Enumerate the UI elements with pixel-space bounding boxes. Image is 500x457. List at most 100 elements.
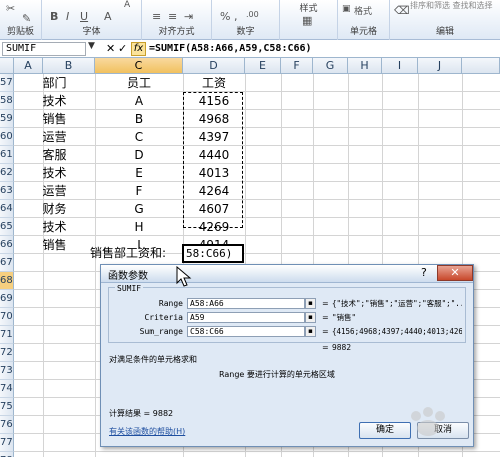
sum-label-cell[interactable]: 销售部工资和: [90,244,166,263]
row-header-78[interactable]: 78 [0,452,14,457]
comma-icon[interactable]: , [234,10,238,23]
row-header-75[interactable]: 75 [0,398,14,416]
cell-employee[interactable]: E [95,164,183,182]
align-icon[interactable]: ≡ [152,10,161,23]
ribbon-group-styles[interactable]: 样式 ▦ [280,0,338,40]
row-header-76[interactable]: 76 [0,416,14,434]
cell-employee[interactable]: A [95,92,183,110]
range-input[interactable]: A58:A66 [187,298,305,309]
function-help-link[interactable]: 有关该函数的帮助(H) [109,426,185,437]
bold-icon[interactable]: B [50,10,58,23]
cell-employee-header[interactable]: 员工 [95,74,183,92]
row-header-71[interactable]: 71 [0,326,14,344]
cell-employee[interactable]: F [95,182,183,200]
paste-icon[interactable]: ✂ [6,2,15,15]
cell-employee[interactable]: D [95,146,183,164]
row-header-68[interactable]: 68 [0,272,14,290]
format-label[interactable]: 格式 [354,4,372,17]
decimal-icon[interactable]: .00 [246,10,259,19]
row-header-64[interactable]: 64 [0,200,14,218]
font-size-icon[interactable]: A [124,0,130,10]
column-header-j[interactable]: J [418,58,462,74]
percent-icon[interactable]: % [220,10,230,23]
ribbon-group-number[interactable]: % , .00 数字 [212,0,280,40]
column-header-c[interactable]: C [95,58,183,74]
column-header-e[interactable]: E [245,58,281,74]
name-box[interactable]: SUMIF [2,42,86,56]
row-header-72[interactable]: 72 [0,344,14,362]
arg-equals: = [322,299,329,308]
row-header-65[interactable]: 65 [0,218,14,236]
ribbon-group-label: 单元格 [349,27,377,37]
font-color-icon[interactable]: A [104,10,112,23]
align-center-icon[interactable]: ≡ [168,10,177,23]
edit-icon[interactable]: ⌫ [394,4,410,17]
cell-employee[interactable]: C [95,128,183,146]
row-header-73[interactable]: 73 [0,362,14,380]
criteria-input[interactable]: A59 [187,312,305,323]
ribbon-group-alignment[interactable]: ≡ ≡ ⇥ 对齐方式 [142,0,212,40]
cell-dept[interactable]: 运营 [14,182,95,200]
sum-range-input[interactable]: C58:C66 [187,326,305,337]
collapse-dialog-icon[interactable]: ▪ [305,298,316,309]
italic-icon[interactable]: I [66,10,69,23]
column-header-g[interactable]: G [313,58,348,74]
cell-dept[interactable]: 销售 [14,110,95,128]
cell-dept[interactable]: 客服 [14,146,95,164]
row-header-63[interactable]: 63 [0,182,14,200]
cell-dept[interactable]: 财务 [14,200,95,218]
indent-icon[interactable]: ⇥ [184,10,193,23]
cell-employee[interactable]: B [95,110,183,128]
ribbon-group-font[interactable]: B I U A A 字体 [42,0,142,40]
enter-icon[interactable]: ✓ [118,41,127,57]
formula-input[interactable]: =SUMIF(A58:A66,A59,C58:C66) [149,41,312,57]
column-header-h[interactable]: H [348,58,382,74]
arg-result-sum-range: {4156;4968;4397;4440;4013;4264... [332,327,462,336]
collapse-dialog-icon[interactable]: ▪ [305,312,316,323]
row-header-77[interactable]: 77 [0,434,14,452]
cell-dept[interactable]: 运营 [14,128,95,146]
row-header-57[interactable]: 57 [0,74,14,92]
ribbon-group-cells[interactable]: ▣ 格式 单元格 [338,0,390,40]
row-header-59[interactable]: 59 [0,110,14,128]
column-header-overflow[interactable] [462,58,500,74]
column-header-b[interactable]: B [43,58,95,74]
row-header-67[interactable]: 67 [0,254,14,272]
sort-filter-label[interactable]: 排序和筛选 查找和选择 [410,0,500,11]
cell-dept[interactable]: 技术 [14,92,95,110]
cell-dept[interactable]: 技术 [14,218,95,236]
format-icon[interactable]: ▣ [342,4,351,14]
ribbon-group-clipboard[interactable]: ✂ ✎ 剪贴板 [0,0,42,40]
cell-dept-header[interactable]: 部门 [14,74,95,92]
row-header-66[interactable]: 66 [0,236,14,254]
row-header-70[interactable]: 70 [0,308,14,326]
cell-employee[interactable]: G [95,200,183,218]
row-header-58[interactable]: 58 [0,92,14,110]
close-button[interactable]: ✕ [437,265,473,281]
name-box-dropdown-icon[interactable]: ▼ [88,41,95,51]
insert-function-button[interactable]: fx [131,42,146,56]
column-header-f[interactable]: F [281,58,313,74]
select-all-corner[interactable] [0,58,14,74]
help-icon[interactable]: ? [421,266,427,279]
cell-dept[interactable]: 技术 [14,164,95,182]
ribbon-group-label: 对齐方式 [158,27,195,37]
row-header-62[interactable]: 62 [0,164,14,182]
row-header-60[interactable]: 60 [0,128,14,146]
column-header-d[interactable]: D [183,58,245,74]
active-cell-editor[interactable]: 58:C66) [182,244,244,263]
cell-employee[interactable]: H [95,218,183,236]
styles-icon[interactable]: ▦ [302,14,312,27]
column-header-a[interactable]: A [14,58,43,74]
underline-icon[interactable]: U [80,10,88,23]
collapse-dialog-icon[interactable]: ▪ [305,326,316,337]
cell-salary-header[interactable]: 工资 [183,74,245,92]
row-header-61[interactable]: 61 [0,146,14,164]
ribbon-group-editing[interactable]: ⌫ 排序和筛选 查找和选择 编辑 [390,0,500,40]
row-header-69[interactable]: 69 [0,290,14,308]
dialog-titlebar[interactable]: 函数参数 ? ✕ [101,265,473,283]
column-header-i[interactable]: I [382,58,418,74]
cancel-icon[interactable]: ✕ [106,41,115,57]
row-header-74[interactable]: 74 [0,380,14,398]
cell-dept[interactable]: 销售 [14,236,95,254]
